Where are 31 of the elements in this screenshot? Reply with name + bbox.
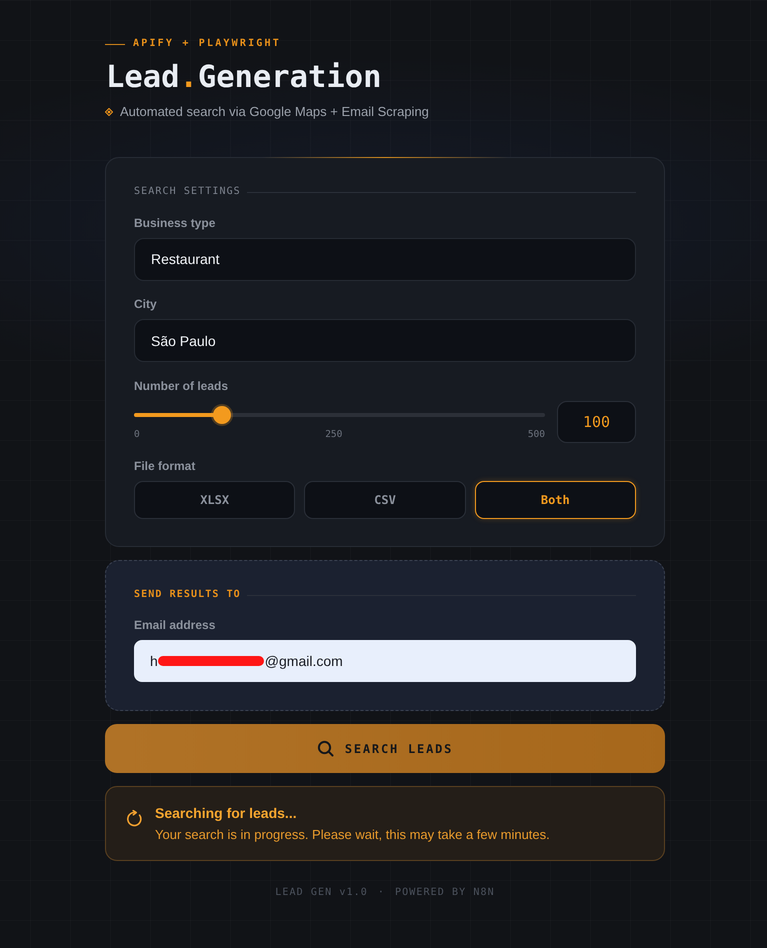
section-heading: SEND RESULTS TO <box>134 588 241 602</box>
format-option[interactable]: XLSX <box>134 481 296 519</box>
page-title: Lead.Generation <box>106 60 382 96</box>
field-label: Business type <box>134 216 216 230</box>
tick-label: 250 <box>325 428 342 440</box>
format-option[interactable]: CSV <box>304 481 466 519</box>
field-label: Number of leads <box>134 378 228 394</box>
page-subtitle: Automated search via Google Maps + Email Scraping <box>120 103 429 121</box>
footer-credit: POWERED BY N8N <box>395 887 495 899</box>
slider-track[interactable] <box>134 406 545 424</box>
slider-thumb[interactable] <box>212 406 231 424</box>
tick-label: 0 <box>134 428 140 440</box>
footer-version: LEAD GEN v1.0 <box>275 887 368 899</box>
refresh-icon <box>126 810 143 827</box>
format-option[interactable]: Both <box>474 481 636 519</box>
status-title: Searching for leads... <box>155 804 297 822</box>
eyebrow-label: APIFY + PLAYWRIGHT <box>133 37 281 51</box>
text-field[interactable]: São Paulo <box>134 319 636 362</box>
field-label: City <box>134 297 157 312</box>
status-message: Your search is in progress. Please wait, this may take a few minutes. <box>155 826 550 843</box>
field-label: Email address <box>134 618 216 633</box>
search-icon <box>316 740 334 757</box>
field-label: File format <box>134 459 196 474</box>
footer-separator: · <box>378 887 385 899</box>
search-button[interactable]: SEARCH LEADS <box>105 724 665 773</box>
email-field[interactable]: h @gmail.com <box>134 640 636 682</box>
section-heading: SEARCH SETTINGS <box>134 185 241 199</box>
number-field[interactable]: 100 <box>557 400 636 442</box>
diamond-icon <box>105 108 113 116</box>
tick-label: 500 <box>528 428 545 440</box>
text-field[interactable]: Restaurant <box>134 238 636 280</box>
